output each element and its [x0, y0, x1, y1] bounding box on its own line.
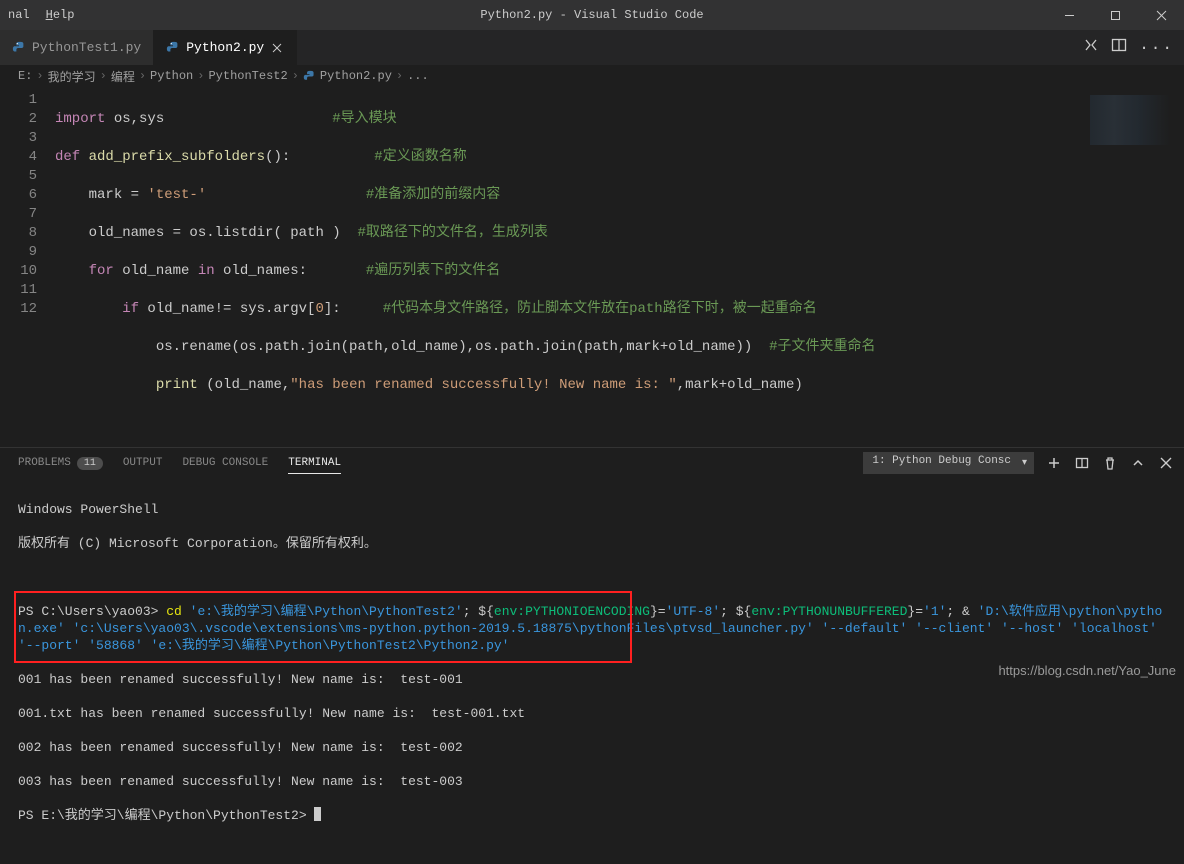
new-terminal-icon[interactable] [1046, 455, 1062, 471]
crumb[interactable]: ... [407, 69, 429, 83]
code-content[interactable]: import os,sys #导入模块 def add_prefix_subfo… [55, 87, 1184, 447]
editor[interactable]: 123456789101112 import os,sys #导入模块 def … [0, 87, 1184, 447]
panel-tabs: PROBLEMS11 OUTPUT DEBUG CONSOLE TERMINAL… [0, 448, 1184, 478]
line-gutter: 123456789101112 [0, 87, 55, 447]
output-line: 002 has been renamed successfully! New n… [18, 739, 1166, 756]
terminal-selector[interactable]: 1: Python Debug Consc▾ [863, 452, 1034, 474]
tabbar-actions: ··· [1083, 30, 1184, 65]
crumb[interactable]: Python2.py [320, 69, 392, 83]
watermark: https://blog.csdn.net/Yao_June [998, 663, 1176, 678]
breadcrumb[interactable]: E:› 我的学习› 编程› Python› PythonTest2› Pytho… [0, 65, 1184, 87]
python-file-icon [166, 41, 180, 55]
bottom-panel: PROBLEMS11 OUTPUT DEBUG CONSOLE TERMINAL… [0, 447, 1184, 684]
minimize-button[interactable] [1046, 0, 1092, 30]
tab-problems[interactable]: PROBLEMS11 [18, 457, 103, 470]
problems-count-badge: 11 [77, 457, 103, 470]
split-editor-icon[interactable] [1111, 37, 1127, 58]
crumb[interactable]: 编程 [111, 68, 135, 85]
close-icon[interactable] [270, 41, 284, 55]
compare-icon[interactable] [1083, 37, 1099, 58]
crumb[interactable]: 我的学习 [48, 68, 96, 85]
more-actions-icon[interactable]: ··· [1139, 39, 1174, 57]
close-button[interactable] [1138, 0, 1184, 30]
panel-actions: 1: Python Debug Consc▾ [863, 448, 1174, 478]
tab-debug-console[interactable]: DEBUG CONSOLE [182, 457, 268, 469]
minimap[interactable] [1090, 95, 1170, 145]
window-title: Python2.py - Visual Studio Code [480, 8, 703, 22]
crumb[interactable]: E: [18, 69, 32, 83]
output-line: 001.txt has been renamed successfully! N… [18, 705, 1166, 722]
crumb[interactable]: Python [150, 69, 193, 83]
menu-help[interactable]: Help [38, 8, 83, 22]
maximize-button[interactable] [1092, 0, 1138, 30]
menu-terminal[interactable]: nal [0, 8, 38, 22]
crumb[interactable]: PythonTest2 [208, 69, 287, 83]
maximize-panel-icon[interactable] [1130, 455, 1146, 471]
tab-terminal[interactable]: TERMINAL [288, 457, 341, 474]
close-panel-icon[interactable] [1158, 455, 1174, 471]
tab-output[interactable]: OUTPUT [123, 457, 163, 469]
tab-label: PythonTest1.py [32, 40, 141, 55]
python-file-icon [303, 70, 316, 83]
output-line: 003 has been renamed successfully! New n… [18, 773, 1166, 790]
tab-pythontest1[interactable]: PythonTest1.py [0, 30, 154, 65]
window-controls [1046, 0, 1184, 30]
python-file-icon [12, 41, 26, 55]
titlebar: nal Help Python2.py - Visual Studio Code [0, 0, 1184, 30]
editor-tabbar: PythonTest1.py Python2.py ··· [0, 30, 1184, 65]
kill-terminal-icon[interactable] [1102, 455, 1118, 471]
cursor [314, 807, 321, 821]
tab-label: Python2.py [186, 40, 264, 55]
output-line: 001 has been renamed successfully! New n… [18, 671, 1166, 688]
tab-python2[interactable]: Python2.py [154, 30, 297, 65]
split-terminal-icon[interactable] [1074, 455, 1090, 471]
